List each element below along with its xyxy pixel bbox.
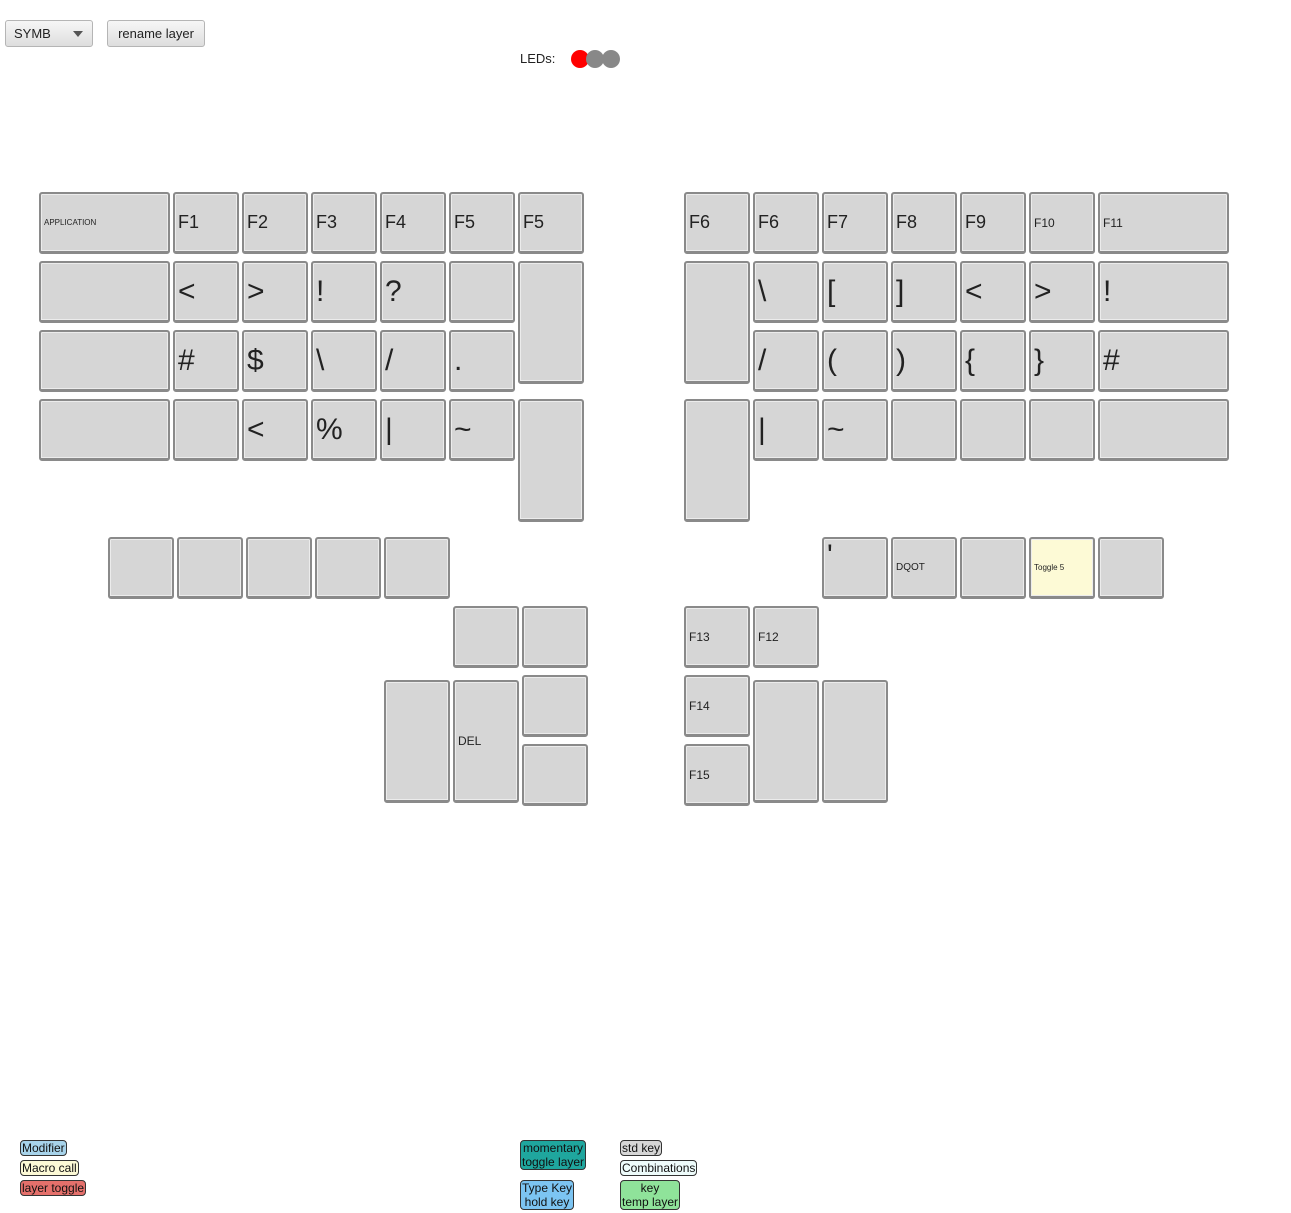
legend-macro-call: Macro call: [20, 1160, 79, 1176]
key-application[interactable]: APPLICATION: [39, 192, 170, 254]
key-left-inner-tall-2[interactable]: [518, 399, 584, 522]
layer-select[interactable]: SYMB: [5, 20, 93, 47]
key-right-inner-tall-1[interactable]: [684, 261, 750, 384]
key-less-than[interactable]: <: [173, 261, 239, 323]
key-hash[interactable]: #: [173, 330, 239, 392]
key-greater-than-right[interactable]: >: [1029, 261, 1095, 323]
key-f3[interactable]: F3: [311, 192, 377, 254]
legend-std-key: std key: [620, 1140, 663, 1156]
key-pipe-right[interactable]: |: [753, 399, 819, 461]
legend-type-key: Type Key hold key: [520, 1180, 575, 1210]
key-f6-second[interactable]: F6: [753, 192, 819, 254]
key-f4[interactable]: F4: [380, 192, 446, 254]
key-tilde[interactable]: ~: [449, 399, 515, 461]
key-f11[interactable]: F11: [1098, 192, 1229, 254]
key-question[interactable]: ?: [380, 261, 446, 323]
key-f1[interactable]: F1: [173, 192, 239, 254]
key-pipe[interactable]: |: [380, 399, 446, 461]
leds-label: LEDs:: [520, 51, 556, 66]
key-left-r4-outer[interactable]: [39, 399, 170, 461]
led-3-indicator: [602, 50, 620, 68]
key-dollar[interactable]: $: [242, 330, 308, 392]
key-less-than-right[interactable]: <: [960, 261, 1026, 323]
key-left-bottom-1[interactable]: [108, 537, 174, 599]
legend-typekey-line2: hold key: [524, 1195, 570, 1209]
rename-layer-button[interactable]: rename layer: [107, 20, 205, 47]
key-period[interactable]: .: [449, 330, 515, 392]
key-percent[interactable]: %: [311, 399, 377, 461]
legend-combinations: Combinations: [620, 1160, 698, 1176]
key-f12[interactable]: F12: [753, 606, 819, 668]
key-left-thumb-4[interactable]: [522, 744, 588, 806]
key-tilde-right[interactable]: ~: [822, 399, 888, 461]
legend-typekey-line1: Type Key: [522, 1181, 573, 1195]
key-right-thumb-tall-1[interactable]: [753, 680, 819, 803]
key-right-paren[interactable]: ): [891, 330, 957, 392]
key-f7[interactable]: F7: [822, 192, 888, 254]
legend-modifier: Modifier: [20, 1140, 67, 1156]
key-f5[interactable]: F5: [449, 192, 515, 254]
key-greater-than[interactable]: >: [242, 261, 308, 323]
key-left-inner-tall-1[interactable]: [518, 261, 584, 384]
legend-momentary-line1: momentary: [523, 1141, 584, 1155]
key-left-thumb-2[interactable]: [522, 606, 588, 668]
key-backslash-right[interactable]: \: [753, 261, 819, 323]
legend-momentary-toggle: momentary toggle layer: [520, 1140, 587, 1170]
key-slash-right[interactable]: /: [753, 330, 819, 392]
key-right-bracket[interactable]: ]: [891, 261, 957, 323]
key-f8[interactable]: F8: [891, 192, 957, 254]
key-exclamation-right[interactable]: !: [1098, 261, 1229, 323]
key-left-bracket[interactable]: [: [822, 261, 888, 323]
legend-layer-toggle: layer toggle: [20, 1180, 87, 1196]
key-backslash[interactable]: \: [311, 330, 377, 392]
key-right-bottom-5[interactable]: [1098, 537, 1164, 599]
key-f14[interactable]: F14: [684, 675, 750, 737]
key-right-brace[interactable]: }: [1029, 330, 1095, 392]
key-f6[interactable]: F6: [684, 192, 750, 254]
key-left-bottom-2[interactable]: [177, 537, 243, 599]
key-f9[interactable]: F9: [960, 192, 1026, 254]
legend-key-temp-layer: key temp layer: [620, 1180, 681, 1210]
key-left-brace[interactable]: {: [960, 330, 1026, 392]
key-right-thumb-tall-2[interactable]: [822, 680, 888, 803]
key-right-bottom-3[interactable]: [960, 537, 1026, 599]
key-left-r2-outer[interactable]: [39, 261, 170, 323]
key-f2[interactable]: F2: [242, 192, 308, 254]
key-left-thumb-3[interactable]: [522, 675, 588, 737]
key-right-r4-outer[interactable]: [1098, 399, 1229, 461]
key-left-bottom-5[interactable]: [384, 537, 450, 599]
key-dqot[interactable]: DQOT: [891, 537, 957, 599]
key-left-bottom-4[interactable]: [315, 537, 381, 599]
key-left-thumb-tall[interactable]: [384, 680, 450, 803]
key-right-r4-c6[interactable]: [1029, 399, 1095, 461]
key-toggle-5[interactable]: Toggle 5: [1029, 537, 1095, 599]
legend-keytemp-line2: temp layer: [622, 1195, 679, 1209]
chevron-down-icon: [73, 31, 83, 37]
key-left-paren[interactable]: (: [822, 330, 888, 392]
key-f15[interactable]: F15: [684, 744, 750, 806]
key-right-r4-c5[interactable]: [960, 399, 1026, 461]
key-left-r4-c2[interactable]: [173, 399, 239, 461]
key-left-r2-c6[interactable]: [449, 261, 515, 323]
legend-keytemp-line1: key: [640, 1181, 660, 1195]
key-f5-inner[interactable]: F5: [518, 192, 584, 254]
layer-select-value: SYMB: [14, 26, 51, 41]
key-hash-right[interactable]: #: [1098, 330, 1229, 392]
legend-momentary-line2: toggle layer: [522, 1155, 585, 1169]
key-left-r3-outer[interactable]: [39, 330, 170, 392]
key-slash[interactable]: /: [380, 330, 446, 392]
key-less-than-2[interactable]: <: [242, 399, 308, 461]
key-quote[interactable]: ': [822, 537, 888, 599]
key-right-r4-c4[interactable]: [891, 399, 957, 461]
key-f10[interactable]: F10: [1029, 192, 1095, 254]
key-exclamation[interactable]: !: [311, 261, 377, 323]
key-left-bottom-3[interactable]: [246, 537, 312, 599]
key-right-inner-tall-2[interactable]: [684, 399, 750, 522]
key-left-thumb-1[interactable]: [453, 606, 519, 668]
key-delete[interactable]: DEL: [453, 680, 519, 803]
key-f13[interactable]: F13: [684, 606, 750, 668]
